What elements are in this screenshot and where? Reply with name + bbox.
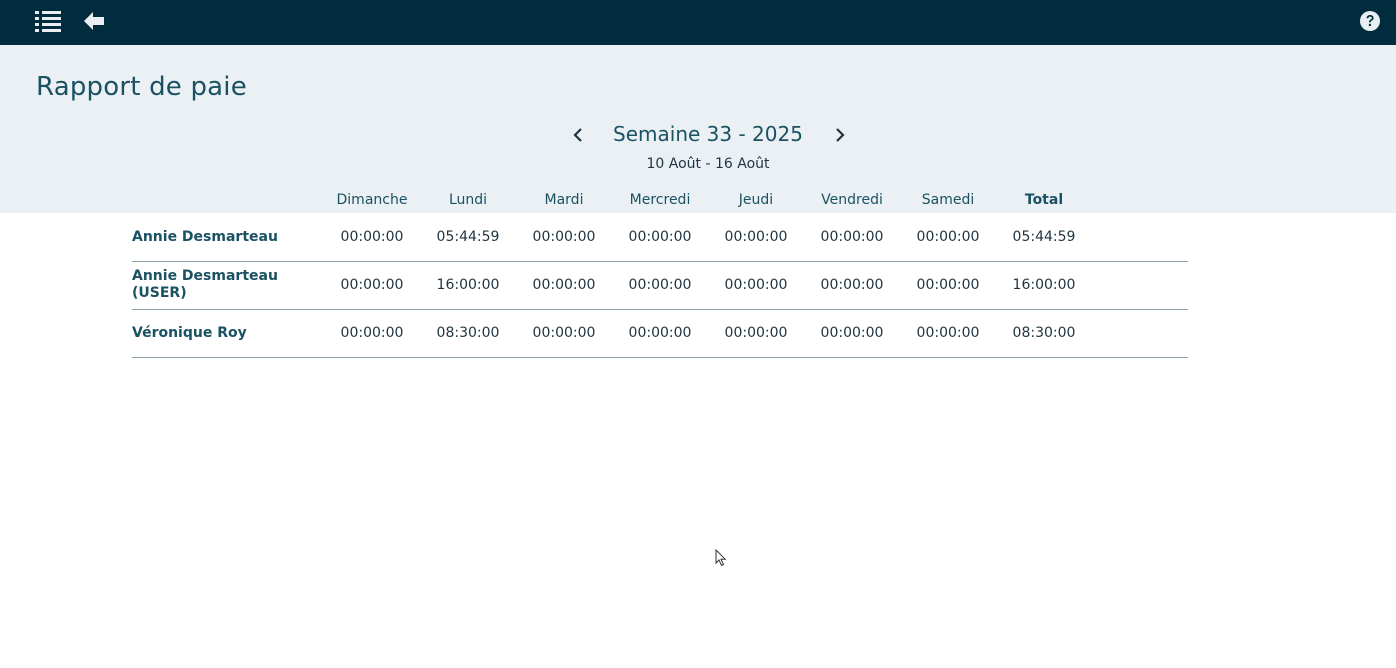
- back-arrow-icon[interactable]: [83, 10, 105, 32]
- cell-monday: 05:44:59: [436, 229, 500, 245]
- cell-tuesday: 00:00:00: [532, 277, 596, 293]
- mouse-cursor-icon: [715, 548, 727, 567]
- cell-saturday: 00:00:00: [916, 277, 980, 293]
- cell-thursday: 00:00:00: [724, 277, 788, 293]
- cell-monday: 16:00:00: [436, 277, 500, 293]
- cell-saturday: 00:00:00: [916, 325, 980, 341]
- cell-friday: 00:00:00: [820, 277, 884, 293]
- column-header-monday: Lundi: [448, 192, 488, 208]
- employee-name-line: Annie Desmarteau: [132, 229, 278, 245]
- column-header-thursday: Jeudi: [738, 192, 774, 208]
- cell-sunday: 00:00:00: [340, 277, 404, 293]
- cell-friday: 00:00:00: [820, 229, 884, 245]
- week-title: Semaine 33 - 2025: [613, 122, 803, 146]
- cell-saturday: 00:00:00: [916, 229, 980, 245]
- employee-name-line: (USER): [132, 285, 187, 301]
- cell-total: 05:44:59: [1012, 229, 1076, 245]
- cell-sunday: 00:00:00: [340, 229, 404, 245]
- cell-wednesday: 00:00:00: [628, 277, 692, 293]
- table-row: Annie Desmarteau (USER) 00:00:00 16:00:0…: [132, 261, 1188, 310]
- column-header-tuesday: Mardi: [544, 192, 584, 208]
- cell-monday: 08:30:00: [436, 325, 500, 341]
- page-title: Rapport de paie: [36, 72, 247, 102]
- employee-name[interactable]: Véronique Roy: [132, 325, 312, 342]
- cell-wednesday: 00:00:00: [628, 229, 692, 245]
- list-icon[interactable]: [35, 10, 61, 32]
- cell-total: 16:00:00: [1012, 277, 1076, 293]
- employee-name-line: Annie Desmarteau: [132, 268, 278, 284]
- week-date-range: 10 Août - 16 Août: [646, 156, 770, 172]
- employee-name-line: Véronique Roy: [132, 325, 247, 341]
- cell-wednesday: 00:00:00: [628, 325, 692, 341]
- chevron-right-icon[interactable]: [832, 125, 848, 145]
- column-header-total: Total: [1024, 192, 1064, 208]
- column-header-friday: Vendredi: [821, 192, 883, 208]
- employee-name[interactable]: Annie Desmarteau: [132, 229, 312, 246]
- cell-tuesday: 00:00:00: [532, 229, 596, 245]
- column-header-wednesday: Mercredi: [629, 192, 691, 208]
- table-row: Véronique Roy 00:00:00 08:30:00 00:00:00…: [132, 309, 1188, 358]
- help-icon[interactable]: [1359, 10, 1381, 32]
- column-header-sunday: Dimanche: [336, 192, 408, 208]
- cell-thursday: 00:00:00: [724, 325, 788, 341]
- cell-tuesday: 00:00:00: [532, 325, 596, 341]
- top-bar: [0, 0, 1396, 45]
- column-header-saturday: Samedi: [921, 192, 975, 208]
- cell-thursday: 00:00:00: [724, 229, 788, 245]
- cell-sunday: 00:00:00: [340, 325, 404, 341]
- cell-total: 08:30:00: [1012, 325, 1076, 341]
- cell-friday: 00:00:00: [820, 325, 884, 341]
- employee-name[interactable]: Annie Desmarteau (USER): [132, 268, 312, 302]
- table-row: Annie Desmarteau 00:00:00 05:44:59 00:00…: [132, 213, 1188, 262]
